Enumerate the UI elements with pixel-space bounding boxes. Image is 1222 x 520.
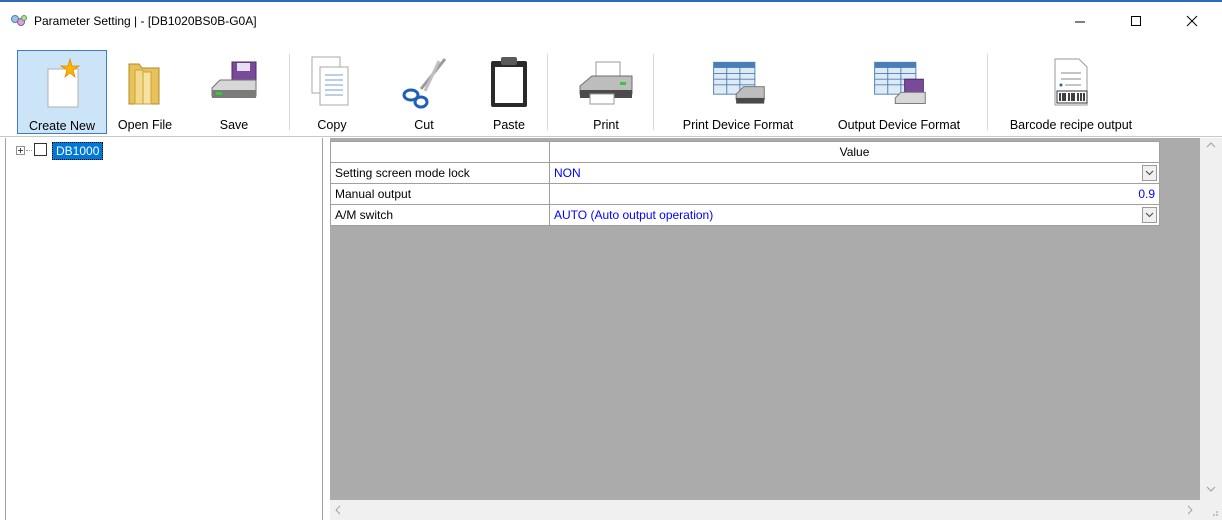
main-toolbar: Create New Open File Save Copy Cut Paste… — [0, 40, 1222, 134]
table-header-row: Value — [330, 141, 1160, 163]
resize-grip-icon — [1213, 511, 1218, 516]
toolbar-divider — [0, 136, 1222, 137]
row-label: A/M switch — [330, 204, 550, 226]
scroll-right-icon[interactable] — [1186, 505, 1194, 518]
save-drive-icon — [204, 50, 264, 114]
paste-label: Paste — [493, 118, 525, 132]
cut-button[interactable]: Cut — [394, 50, 454, 134]
header-name-cell — [330, 141, 550, 163]
cut-label: Cut — [414, 118, 434, 132]
combo-value: AUTO (Auto output operation) — [554, 208, 714, 222]
property-grid: Value Setting screen mode lock NON Manua… — [330, 138, 1200, 500]
copy-icon — [302, 50, 362, 114]
copy-button[interactable]: Copy — [309, 50, 355, 134]
setting-screen-mode-lock-combo[interactable]: NON — [549, 162, 1160, 184]
minimize-icon — [1075, 21, 1085, 23]
print-button[interactable]: Print — [570, 50, 642, 134]
row-label: Manual output — [330, 183, 550, 205]
scroll-down-icon[interactable] — [1206, 484, 1216, 496]
tree-connector — [26, 150, 32, 151]
open-file-label: Open File — [117, 118, 173, 132]
toolbar-separator — [653, 54, 654, 130]
chevron-down-icon — [1145, 170, 1154, 176]
toolbar-separator — [987, 54, 988, 130]
combo-value: NON — [554, 166, 581, 180]
print-format-icon — [708, 50, 768, 114]
manual-output-field[interactable]: 0.9 — [549, 183, 1160, 205]
new-document-icon — [32, 51, 92, 115]
minimize-button[interactable] — [1058, 4, 1102, 38]
output-format-icon — [869, 50, 929, 114]
tree-node-checkbox[interactable] — [34, 143, 47, 156]
barcode-icon — [1041, 50, 1101, 114]
toolbar-separator — [547, 54, 548, 130]
barcode-recipe-output-label: Barcode recipe output — [1009, 118, 1133, 132]
parameter-table: Value Setting screen mode lock NON Manua… — [330, 141, 1160, 226]
dropdown-button[interactable] — [1142, 165, 1157, 181]
window-title: Parameter Setting | - [DB1020BS0B-G0A] — [34, 14, 257, 28]
scroll-up-icon[interactable] — [1206, 140, 1216, 152]
barcode-recipe-output-button[interactable]: Barcode recipe output — [993, 50, 1149, 134]
toolbar-separator — [289, 54, 290, 130]
maximize-button[interactable] — [1114, 4, 1158, 38]
save-button[interactable]: Save — [203, 50, 265, 134]
output-device-format-button[interactable]: Output Device Format — [821, 50, 977, 134]
horizontal-scrollbar[interactable] — [330, 500, 1200, 520]
tree-view[interactable]: DB1000 — [5, 138, 323, 520]
header-value-cell: Value — [549, 141, 1160, 163]
resize-grip[interactable] — [1200, 500, 1222, 520]
table-row: A/M switch AUTO (Auto output operation) — [330, 204, 1160, 226]
copy-label: Copy — [317, 118, 347, 132]
dropdown-button[interactable] — [1142, 207, 1157, 223]
table-row: Setting screen mode lock NON — [330, 162, 1160, 184]
close-button[interactable] — [1170, 4, 1214, 38]
folder-icon — [115, 50, 175, 114]
scissors-icon — [394, 50, 454, 114]
create-new-button[interactable]: Create New — [17, 50, 107, 134]
printer-icon — [576, 50, 636, 114]
maximize-icon — [1131, 16, 1141, 26]
create-new-label: Create New — [29, 119, 95, 133]
app-icon — [10, 14, 28, 28]
chevron-down-icon — [1145, 212, 1154, 218]
expand-icon[interactable] — [16, 146, 25, 155]
output-device-format-label: Output Device Format — [837, 118, 961, 132]
vertical-scrollbar[interactable] — [1200, 138, 1222, 500]
title-bar: Parameter Setting | - [DB1020BS0B-G0A] — [0, 2, 1222, 40]
clipboard-icon — [479, 50, 539, 114]
save-label: Save — [219, 118, 249, 132]
scroll-left-icon[interactable] — [334, 505, 342, 518]
print-label: Print — [593, 118, 619, 132]
paste-button[interactable]: Paste — [482, 50, 536, 134]
print-device-format-label: Print Device Format — [682, 118, 794, 132]
close-icon — [1186, 15, 1198, 27]
row-label: Setting screen mode lock — [330, 162, 550, 184]
am-switch-combo[interactable]: AUTO (Auto output operation) — [549, 204, 1160, 226]
open-file-button[interactable]: Open File — [112, 50, 178, 134]
print-device-format-button[interactable]: Print Device Format — [665, 50, 811, 134]
tree-node-db1000[interactable]: DB1000 — [52, 142, 104, 160]
table-row: Manual output 0.9 — [330, 183, 1160, 205]
